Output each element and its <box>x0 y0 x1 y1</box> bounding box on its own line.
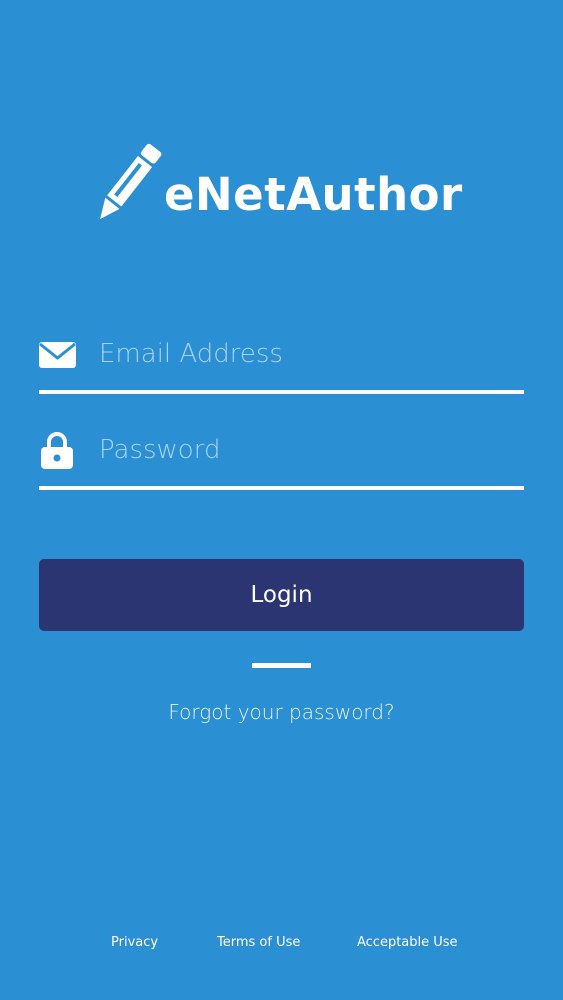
terms-of-use-link[interactable]: Terms of Use <box>217 935 300 950</box>
email-underline <box>39 390 524 394</box>
app-logo: eNetAuthor <box>84 140 484 230</box>
app-name: eNetAuthor <box>164 168 463 221</box>
acceptable-use-link[interactable]: Acceptable Use <box>357 935 458 950</box>
forgot-password-link[interactable]: Forgot your password? <box>0 700 563 724</box>
divider <box>252 663 311 668</box>
email-input[interactable] <box>99 334 519 374</box>
lock-icon <box>41 432 73 469</box>
email-field-group <box>39 334 524 394</box>
password-underline <box>39 486 524 490</box>
password-field-group <box>39 430 524 490</box>
password-input[interactable] <box>99 430 519 470</box>
login-button[interactable]: Login <box>39 559 524 631</box>
pencil-icon <box>100 143 162 220</box>
envelope-icon <box>39 342 76 368</box>
privacy-link[interactable]: Privacy <box>111 935 158 950</box>
